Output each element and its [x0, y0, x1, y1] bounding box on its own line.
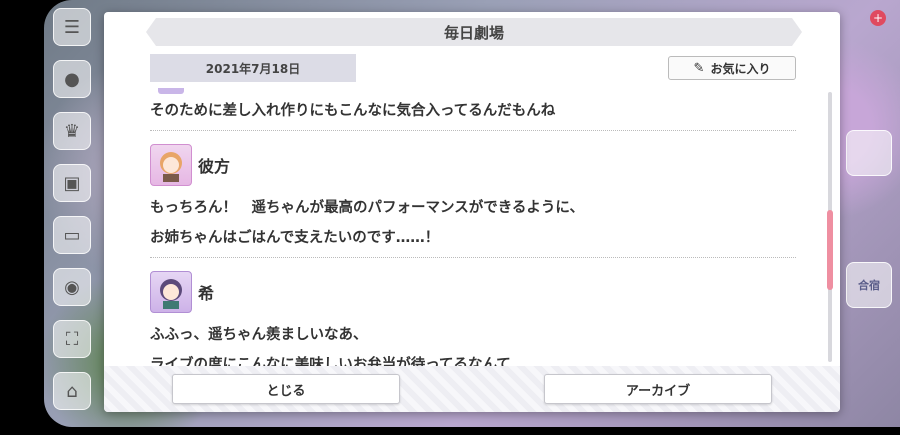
avatar — [150, 271, 192, 313]
archive-button[interactable]: アーカイブ — [544, 374, 772, 404]
pin-icon: ✎ — [693, 60, 705, 76]
speaker-name: 希 — [198, 284, 215, 303]
dialogue-line: お姉ちゃんはごはんで支えたいのです……！ — [150, 230, 440, 246]
kanata-avatar-icon — [160, 152, 182, 182]
dialogue-line: もっちろん！ 遥ちゃんが最高のパフォーマンスができるように、 — [150, 200, 584, 216]
present-icon[interactable]: ♛ — [53, 112, 91, 150]
favorite-button-label: お気に入り — [710, 61, 771, 76]
camp-tile[interactable]: 合宿 — [846, 262, 892, 308]
partial-avatar — [158, 88, 184, 94]
transcript[interactable]: そのために差し入れ作りにもこんなに気合入ってるんだもんね 彼方 もっちろん！ 遥… — [150, 88, 796, 372]
speaker-name: 彼方 — [198, 157, 231, 176]
divider — [150, 257, 796, 258]
screen-icon[interactable]: ▭ — [53, 216, 91, 254]
notification-icon: + — [870, 10, 886, 26]
camera-icon[interactable]: ◉ — [53, 268, 91, 306]
prev-line: そのために差し入れ作りにもこんなに気合入ってるんだもんね — [150, 103, 556, 119]
chat-icon[interactable]: ● — [53, 60, 91, 98]
gift-icon[interactable]: ▣ — [53, 164, 91, 202]
dialog-title: 毎日劇場 — [146, 18, 802, 46]
event-tile[interactable] — [846, 130, 892, 176]
scrollbar[interactable] — [827, 92, 833, 362]
menu-icon[interactable]: ☰ — [53, 8, 91, 46]
avatar — [150, 144, 192, 186]
left-rail: ☰ ● ♛ ▣ ▭ ◉ ⛶ ⌂ — [44, 0, 100, 435]
daily-theater-dialog: 毎日劇場 2021年7月18日 ✎ お気に入り そのために差し入れ作りにもこんな… — [104, 12, 840, 412]
dialogue-line: ふふっ、遥ちゃん羨ましいなあ、 — [150, 327, 368, 343]
date-label: 2021年7月18日 — [150, 54, 356, 82]
dialog-footer: とじる アーカイブ — [104, 366, 840, 412]
expand-icon[interactable]: ⛶ — [53, 320, 91, 358]
camp-tile-label: 合宿 — [858, 279, 880, 292]
favorite-button[interactable]: ✎ お気に入り — [668, 56, 796, 80]
close-button[interactable]: とじる — [172, 374, 400, 404]
divider — [150, 130, 796, 131]
scroll-thumb[interactable] — [827, 210, 833, 290]
home-icon[interactable]: ⌂ — [53, 372, 91, 410]
nozomi-avatar-icon — [160, 279, 182, 309]
speaker-kanata: 彼方 — [150, 143, 796, 187]
right-rail: + 合宿 — [840, 0, 900, 427]
speaker-nozomi: 希 — [150, 270, 796, 314]
